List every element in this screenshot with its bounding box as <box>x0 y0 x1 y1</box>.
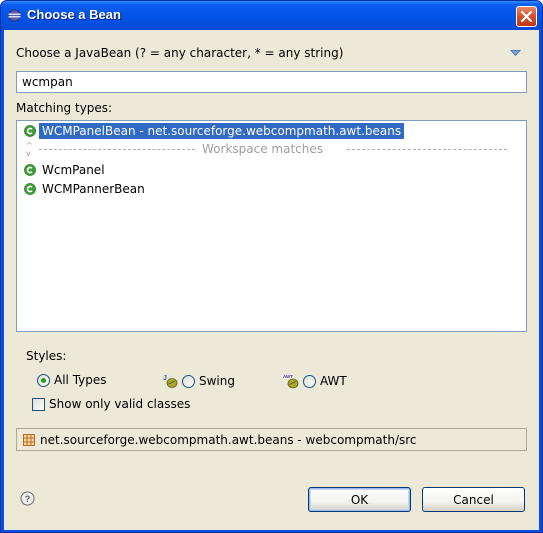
chevron-down-icon: v <box>26 149 31 158</box>
radio-awt[interactable]: AWT AWT <box>283 373 347 389</box>
matching-types-list[interactable]: WCMPanelBean - net.sourceforge.webcompma… <box>16 120 527 332</box>
separator-line <box>347 149 507 150</box>
svg-text:J: J <box>163 375 167 382</box>
radio-label: All Types <box>54 373 107 387</box>
dialog-body: Choose a JavaBean (? = any character, * … <box>4 30 539 530</box>
radio-label: Swing <box>199 374 235 388</box>
list-item[interactable]: WCMPannerBean <box>17 180 148 198</box>
separator-line <box>39 149 195 150</box>
checkbox[interactable] <box>32 397 45 411</box>
radio-button[interactable] <box>182 374 195 388</box>
list-item[interactable]: WCMPanelBean - net.sourceforge.webcompma… <box>17 122 405 140</box>
radio-button[interactable] <box>37 373 50 387</box>
filter-prompt-label: Choose a JavaBean (? = any character, * … <box>16 46 344 60</box>
radio-swing[interactable]: J Swing <box>162 373 235 389</box>
list-item-label: WcmPanel <box>42 163 105 177</box>
help-icon[interactable]: ? <box>20 491 35 506</box>
separator-label: Workspace matches <box>202 142 323 156</box>
list-item[interactable]: WcmPanel <box>17 161 108 179</box>
styles-label: Styles: <box>26 349 67 363</box>
workspace-matches-separator: ^ v Workspace matches <box>17 141 526 159</box>
checkbox-label: Show only valid classes <box>49 397 191 411</box>
class-icon <box>24 164 36 176</box>
close-button[interactable] <box>516 6 537 27</box>
matching-types-label: Matching types: <box>16 101 113 115</box>
radio-label: AWT <box>320 374 347 388</box>
package-status-text: net.sourceforge.webcompmath.awt.beans - … <box>40 432 417 447</box>
title-bar[interactable]: Choose a Bean <box>1 1 542 30</box>
filter-input[interactable] <box>16 71 527 93</box>
window-title: Choose a Bean <box>27 7 121 22</box>
package-status: net.sourceforge.webcompmath.awt.beans - … <box>16 428 527 451</box>
dialog-window: Choose a Bean Choose a JavaBean (? = any… <box>0 0 543 533</box>
view-menu-arrow-icon[interactable] <box>510 50 521 57</box>
radio-button[interactable] <box>303 374 316 388</box>
swing-bean-icon: J <box>163 375 178 388</box>
class-icon <box>24 183 36 195</box>
class-icon <box>24 125 36 137</box>
close-icon <box>520 10 533 23</box>
cancel-button[interactable]: Cancel <box>422 487 525 512</box>
eclipse-icon <box>8 9 21 22</box>
svg-text:?: ? <box>25 494 31 504</box>
awt-bean-icon: AWT <box>283 374 299 389</box>
radio-all-types[interactable]: All Types <box>37 373 107 387</box>
ok-button[interactable]: OK <box>308 487 411 512</box>
list-item-label: WCMPanelBean - net.sourceforge.webcompma… <box>39 123 405 139</box>
list-item-label: WCMPannerBean <box>42 182 145 196</box>
svg-text:AWT: AWT <box>283 374 293 379</box>
package-icon <box>23 433 35 446</box>
show-valid-checkbox[interactable]: Show only valid classes <box>32 397 190 411</box>
